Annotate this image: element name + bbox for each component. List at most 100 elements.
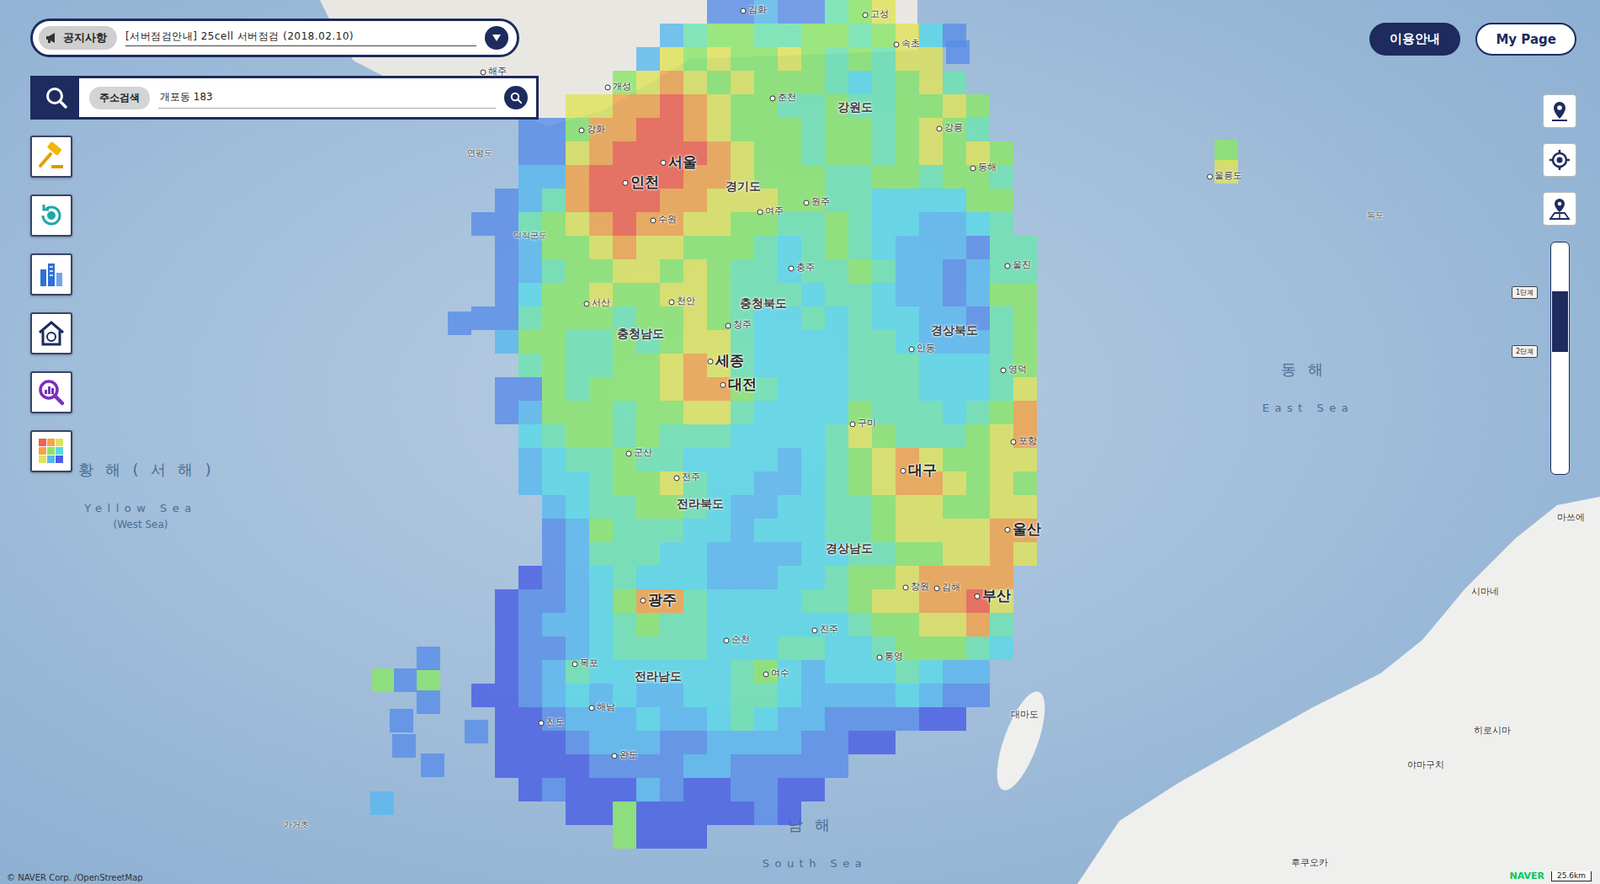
- heat-cell: [542, 306, 566, 330]
- heat-cell: [871, 212, 896, 236]
- dropdown-icon: [491, 33, 502, 43]
- heat-cell: [542, 518, 566, 543]
- house-price-button[interactable]: [30, 312, 73, 355]
- heat-cell: [754, 141, 778, 165]
- heat-cell: [589, 542, 613, 566]
- heat-cell: [683, 683, 707, 707]
- heat-cell: [589, 259, 613, 283]
- heat-cell: [754, 329, 778, 354]
- heat-cell: [754, 400, 778, 425]
- building-chart-icon: [36, 259, 67, 290]
- heat-cell: [494, 377, 519, 401]
- heat-cell: [589, 306, 613, 330]
- heat-cell: [518, 117, 543, 142]
- heat-cell: [612, 777, 637, 802]
- heat-cell: [706, 400, 731, 425]
- heat-cell: [683, 23, 707, 48]
- heat-cell: [612, 518, 637, 543]
- heat-cell: [801, 565, 825, 590]
- location-button[interactable]: [1542, 94, 1577, 128]
- heat-cell: [494, 424, 519, 448]
- notice-label: 공지사항: [63, 30, 107, 46]
- auction-button[interactable]: [30, 135, 73, 178]
- heat-cell: [659, 754, 684, 778]
- notice-bar[interactable]: 공지사항 [서버점검안내] 25cell 서버점검 (2018.02.10): [30, 18, 520, 58]
- road-view-button[interactable]: [1542, 191, 1577, 226]
- heat-cell: [730, 94, 755, 118]
- grid-button[interactable]: [30, 430, 73, 473]
- heat-cell: [801, 141, 825, 165]
- heat-cell: [612, 683, 637, 707]
- heat-cell: [754, 447, 778, 472]
- search-toggle[interactable]: [32, 78, 80, 117]
- map-label: 인천: [622, 173, 660, 191]
- header-button[interactable]: 이용안내: [1369, 22, 1461, 56]
- heat-cell: [730, 424, 755, 448]
- map-label: 황해(서해): [78, 460, 224, 479]
- map-label: 히로시마: [1473, 724, 1511, 736]
- search-bar[interactable]: 주소검색 개포동 183: [30, 75, 539, 120]
- heat-cell: [706, 683, 731, 707]
- my-location-button[interactable]: [1542, 143, 1577, 177]
- heat-cell: [494, 706, 519, 731]
- heat-cell: [612, 659, 637, 684]
- heat-cell: [848, 447, 872, 472]
- expand-button[interactable]: [484, 26, 509, 50]
- heat-cell: [420, 753, 445, 777]
- heat-cell: [871, 235, 896, 260]
- heat-cell: [612, 94, 637, 118]
- heat-cell: [683, 188, 707, 213]
- heat-cell: [895, 683, 920, 707]
- heat-cell: [612, 636, 637, 660]
- heat-cell: [471, 377, 495, 401]
- heat-cell: [589, 518, 613, 543]
- map-label: 동해: [1281, 360, 1336, 379]
- heat-cell: [542, 424, 566, 448]
- heat-cell: [612, 23, 637, 48]
- heat-cell: [730, 117, 755, 142]
- notice-text[interactable]: [서버점검안내] 25cell 서버점검 (2018.02.10): [125, 29, 477, 47]
- heat-cell: [824, 306, 849, 330]
- heat-cell: [895, 659, 920, 684]
- heat-cell: [471, 424, 495, 448]
- heat-cell: [659, 117, 684, 142]
- heat-cell: [730, 212, 755, 236]
- heat-cell: [683, 0, 707, 24]
- heat-cell: [777, 424, 802, 448]
- heat-cell: [801, 377, 825, 401]
- heat-cell: [659, 447, 684, 472]
- map-view[interactable]: 서울인천세종대전대구울산부산광주경기도강원도충청북도충청남도경상북도경상남도전라…: [0, 0, 1600, 884]
- heat-cell: [942, 659, 967, 684]
- price-button[interactable]: [30, 194, 73, 237]
- heat-cell: [636, 353, 660, 378]
- search-input[interactable]: 개포동 183: [158, 86, 496, 109]
- heat-cell: [542, 730, 566, 755]
- heat-cell: [471, 117, 495, 142]
- search-button[interactable]: [504, 85, 528, 110]
- zoom-thumb[interactable]: [1552, 291, 1569, 352]
- header-button[interactable]: My Page: [1475, 22, 1577, 56]
- heat-row: [471, 801, 1037, 825]
- heat-cell: [919, 212, 943, 236]
- heat-cell: [871, 141, 896, 165]
- heat-cell: [824, 70, 849, 95]
- analysis-button[interactable]: [30, 371, 73, 414]
- heat-cell: [754, 259, 778, 283]
- building-button[interactable]: [30, 253, 73, 296]
- heat-cell: [565, 0, 590, 24]
- heat-cell: [542, 494, 566, 519]
- heat-cell: [1013, 282, 1037, 307]
- heat-row: [471, 141, 1037, 165]
- zoom-slider[interactable]: [1550, 241, 1570, 475]
- heat-cell: [989, 329, 1014, 354]
- heat-cell: [801, 23, 825, 48]
- heat-cell: [542, 400, 566, 425]
- heat-cell: [589, 471, 613, 495]
- heat-cell: [730, 730, 755, 755]
- heat-cell: [542, 117, 566, 142]
- heat-cell: [871, 494, 896, 519]
- search-type[interactable]: 주소검색: [89, 86, 150, 110]
- heat-cell: [871, 117, 896, 142]
- heat-cell: [871, 353, 896, 378]
- map-label: 경상남도: [825, 541, 873, 556]
